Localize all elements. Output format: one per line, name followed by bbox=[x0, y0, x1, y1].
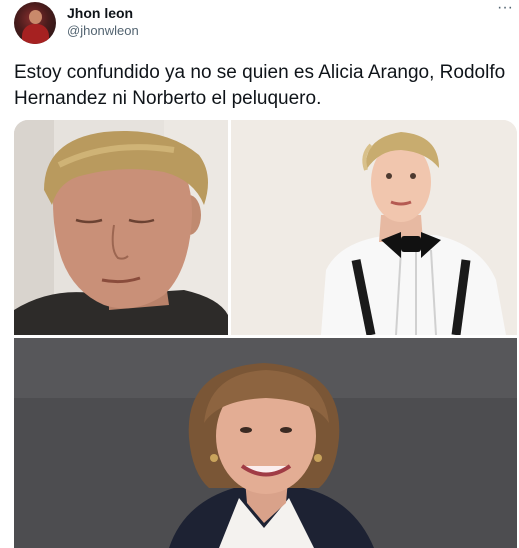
tweet-photo-1[interactable] bbox=[14, 120, 228, 335]
author-name[interactable]: Jhon leon bbox=[67, 5, 133, 21]
avatar-head bbox=[29, 10, 42, 24]
media-grid bbox=[14, 120, 517, 548]
author-avatar[interactable] bbox=[14, 2, 56, 44]
author-handle[interactable]: @jhonwleon bbox=[67, 23, 139, 39]
tweet-card: Jhon leon @jhonwleon ··· Estoy confundid… bbox=[0, 0, 519, 548]
more-options-icon[interactable]: ··· bbox=[497, 0, 513, 16]
tweet-photo-3[interactable] bbox=[14, 338, 517, 548]
tweet-photo-2[interactable] bbox=[231, 120, 517, 335]
tweet-text: Estoy confundido ya no se quien es Alici… bbox=[14, 62, 506, 109]
avatar-body bbox=[22, 24, 49, 44]
